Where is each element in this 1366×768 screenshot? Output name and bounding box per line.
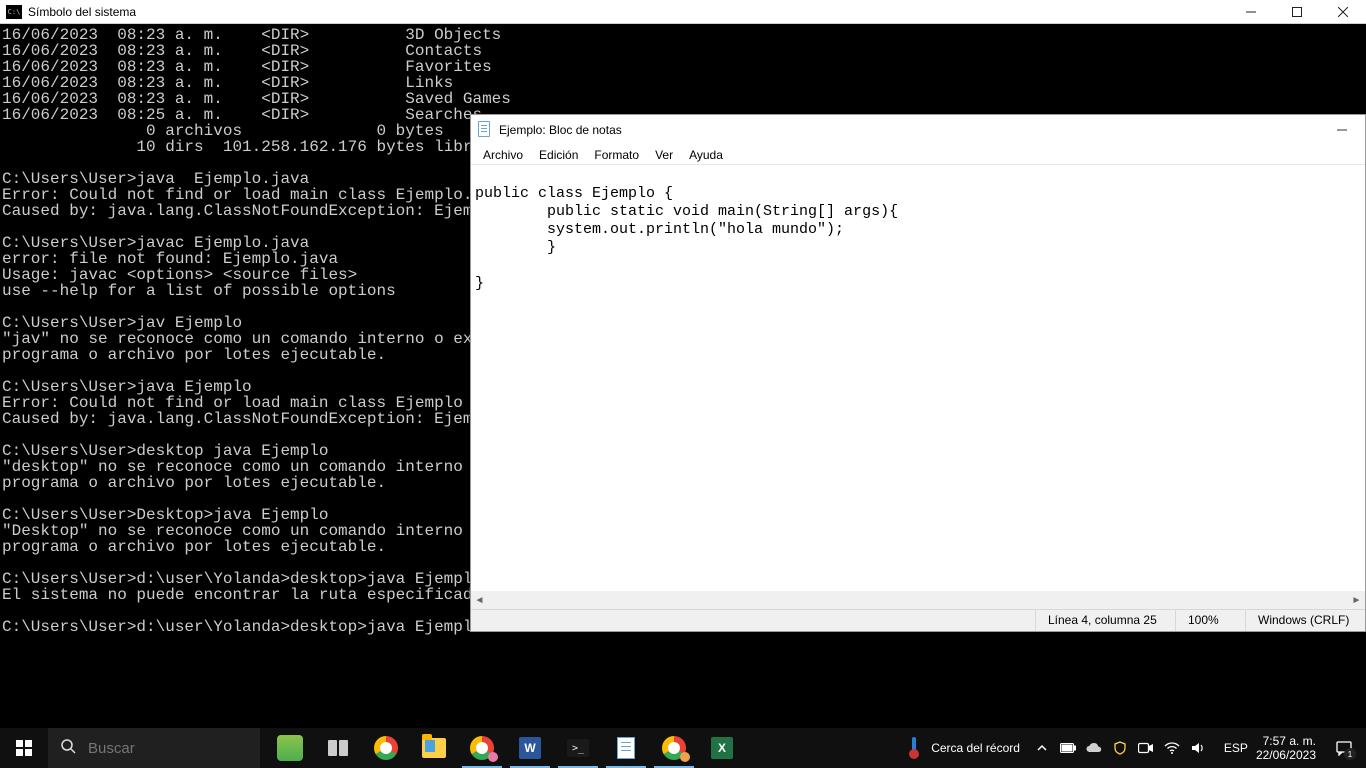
taskbar-app-fileexplorer[interactable] <box>410 728 458 768</box>
chrome-icon <box>374 736 398 760</box>
minimize-button[interactable] <box>1319 115 1365 145</box>
cmd-titlebar[interactable]: C:\ Símbolo del sistema <box>0 0 1366 24</box>
clock-date: 22/06/2023 <box>1256 748 1316 762</box>
meet-now-icon[interactable] <box>1138 740 1154 756</box>
file-explorer-icon <box>422 738 446 758</box>
profile-badge-icon <box>680 752 690 762</box>
taskbar: W >_ X Cerca del récord ESP 7:57 a. m. 2… <box>0 728 1366 768</box>
taskbar-app-word[interactable]: W <box>506 728 554 768</box>
search-input[interactable] <box>88 740 228 757</box>
notepad-titlebar[interactable]: Ejemplo: Bloc de notas <box>471 115 1365 145</box>
profile-badge-icon <box>488 752 498 762</box>
notepad-menubar: Archivo Edición Formato Ver Ayuda <box>471 145 1365 165</box>
menu-format[interactable]: Formato <box>586 147 647 163</box>
word-icon: W <box>519 737 541 759</box>
notepad-icon <box>477 121 493 139</box>
taskbar-app-cmd[interactable]: >_ <box>554 728 602 768</box>
taskbar-app-notepad[interactable] <box>602 728 650 768</box>
scroll-right-icon[interactable]: ► <box>1348 592 1365 609</box>
notepad-textarea[interactable]: public class Ejemplo { public static voi… <box>471 165 1365 591</box>
taskbar-app-paint3d[interactable] <box>266 728 314 768</box>
notepad-taskbar-icon <box>617 737 635 759</box>
notepad-title: Ejemplo: Bloc de notas <box>499 123 1319 137</box>
minimize-button[interactable] <box>1228 0 1274 24</box>
security-icon[interactable] <box>1112 740 1128 756</box>
search-icon <box>60 738 76 759</box>
menu-view[interactable]: Ver <box>647 147 681 163</box>
taskview-icon <box>328 740 348 756</box>
close-button[interactable] <box>1320 0 1366 24</box>
weather-widget[interactable]: Cerca del récord <box>905 736 1020 760</box>
status-encoding: Windows (CRLF) <box>1245 610 1365 631</box>
cmd-title: Símbolo del sistema <box>28 5 1228 19</box>
notepad-hscrollbar[interactable]: ◄ ► <box>471 591 1365 609</box>
start-button[interactable] <box>0 728 48 768</box>
cmd-taskbar-icon: >_ <box>567 739 589 757</box>
volume-icon[interactable] <box>1190 740 1206 756</box>
status-caret-position: Línea 4, columna 25 <box>1035 610 1175 631</box>
wifi-icon[interactable] <box>1164 740 1180 756</box>
scroll-left-icon[interactable]: ◄ <box>471 592 488 609</box>
battery-icon[interactable] <box>1060 740 1076 756</box>
notification-badge: 1 <box>1344 748 1356 760</box>
menu-help[interactable]: Ayuda <box>681 147 731 163</box>
taskbar-app-chrome-profile2[interactable] <box>650 728 698 768</box>
action-center-button[interactable]: 1 <box>1322 728 1366 768</box>
paint3d-icon <box>277 735 303 761</box>
weather-text: Cerca del récord <box>931 741 1020 755</box>
scroll-track[interactable] <box>488 592 1348 609</box>
windows-icon <box>16 740 32 756</box>
excel-icon: X <box>711 737 733 759</box>
taskbar-search[interactable] <box>48 728 260 768</box>
thermometer-icon <box>905 736 925 760</box>
taskbar-taskview[interactable] <box>314 728 362 768</box>
taskbar-app-chrome[interactable] <box>362 728 410 768</box>
menu-edit[interactable]: Edición <box>531 147 586 163</box>
notepad-statusbar: Línea 4, columna 25 100% Windows (CRLF) <box>471 609 1365 631</box>
menu-file[interactable]: Archivo <box>475 147 531 163</box>
system-tray: Cerca del récord ESP 7:57 a. m. 22/06/20… <box>905 728 1366 768</box>
notepad-window: Ejemplo: Bloc de notas Archivo Edición F… <box>470 114 1366 632</box>
language-indicator[interactable]: ESP <box>1224 741 1248 755</box>
taskbar-app-chrome-profile1[interactable] <box>458 728 506 768</box>
maximize-button[interactable] <box>1274 0 1320 24</box>
clock-time: 7:57 a. m. <box>1256 734 1316 748</box>
onedrive-icon[interactable] <box>1086 740 1102 756</box>
status-zoom: 100% <box>1175 610 1245 631</box>
clock[interactable]: 7:57 a. m. 22/06/2023 <box>1256 734 1316 762</box>
cmd-icon: C:\ <box>6 5 22 19</box>
taskbar-app-excel[interactable]: X <box>698 728 746 768</box>
tray-overflow-button[interactable] <box>1034 740 1050 756</box>
